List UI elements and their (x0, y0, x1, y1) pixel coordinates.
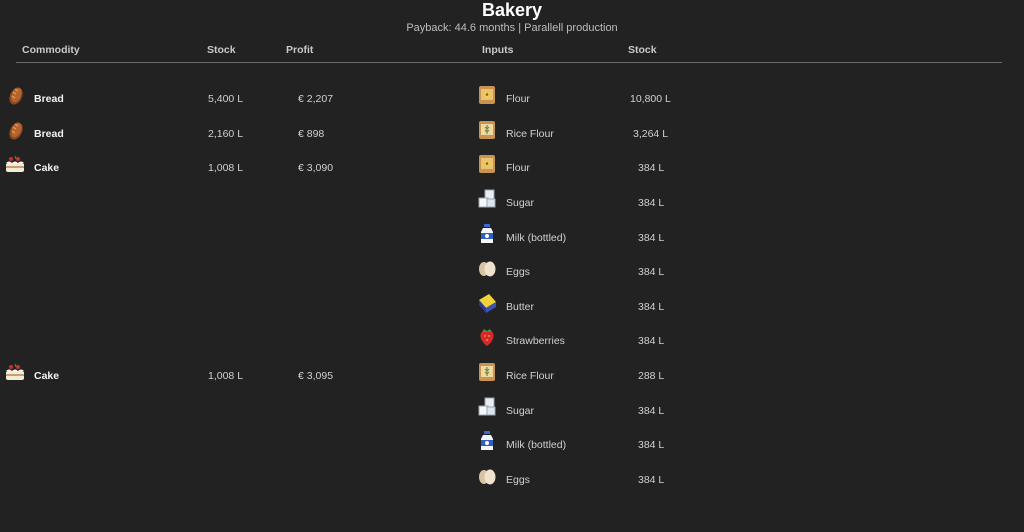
eggs-icon (476, 257, 498, 279)
header-divider (16, 62, 1002, 63)
input-row: Rice Flour 3,264 L (0, 119, 1024, 153)
input-row: Eggs 384 L (0, 465, 1024, 499)
page-title: Bakery (481, 0, 543, 20)
input-name: Flour (506, 93, 530, 105)
rice-flour-icon (476, 119, 498, 141)
input-stock: 384 L (638, 335, 665, 347)
input-name: Sugar (506, 197, 535, 209)
input-name: Butter (506, 301, 535, 313)
input-stock: 384 L (638, 162, 665, 174)
input-stock: 384 L (638, 266, 665, 278)
sugar-icon (476, 396, 498, 418)
flour-icon (476, 153, 498, 175)
input-row: Eggs 384 L (0, 257, 1024, 291)
input-stock: 384 L (638, 197, 665, 209)
header-input-stock: Stock (628, 44, 657, 56)
input-stock: 3,264 L (633, 128, 669, 140)
input-stock: 384 L (638, 301, 665, 313)
butter-icon (476, 292, 498, 314)
sugar-icon (476, 188, 498, 210)
input-stock: 10,800 L (630, 93, 671, 105)
input-name: Sugar (506, 405, 535, 417)
input-row: Flour 384 L (0, 153, 1024, 187)
input-name: Milk (bottled) (506, 439, 567, 451)
input-name: Milk (bottled) (506, 232, 567, 244)
eggs-icon (476, 465, 498, 487)
input-row: Butter 384 L (0, 292, 1024, 326)
input-stock: 384 L (638, 405, 665, 417)
input-name: Strawberries (506, 335, 565, 347)
input-row: Flour 10,800 L (0, 84, 1024, 118)
page-subtitle: Payback: 44.6 months | Parallell product… (406, 22, 618, 34)
input-name: Eggs (506, 474, 530, 486)
input-name: Eggs (506, 266, 530, 278)
header-profit: Profit (286, 44, 314, 56)
input-row: Milk (bottled) 384 L (0, 430, 1024, 464)
input-name: Rice Flour (506, 128, 554, 140)
header-inputs: Inputs (482, 44, 514, 56)
input-stock: 384 L (638, 232, 665, 244)
input-stock: 384 L (638, 474, 665, 486)
milk-bottle-icon (476, 430, 498, 452)
input-name: Flour (506, 162, 530, 174)
input-row: Sugar 384 L (0, 188, 1024, 222)
header-stock: Stock (207, 44, 236, 56)
input-row: Milk (bottled) 384 L (0, 223, 1024, 257)
input-stock: 288 L (638, 370, 665, 382)
strawberry-icon (476, 326, 498, 348)
input-row: Rice Flour 288 L (0, 361, 1024, 395)
milk-bottle-icon (476, 223, 498, 245)
input-row: Sugar 384 L (0, 396, 1024, 430)
rice-flour-icon (476, 361, 498, 383)
flour-icon (476, 84, 498, 106)
header-commodity: Commodity (22, 44, 80, 56)
input-row: Strawberries 384 L (0, 326, 1024, 360)
input-name: Rice Flour (506, 370, 554, 382)
input-stock: 384 L (638, 439, 665, 451)
